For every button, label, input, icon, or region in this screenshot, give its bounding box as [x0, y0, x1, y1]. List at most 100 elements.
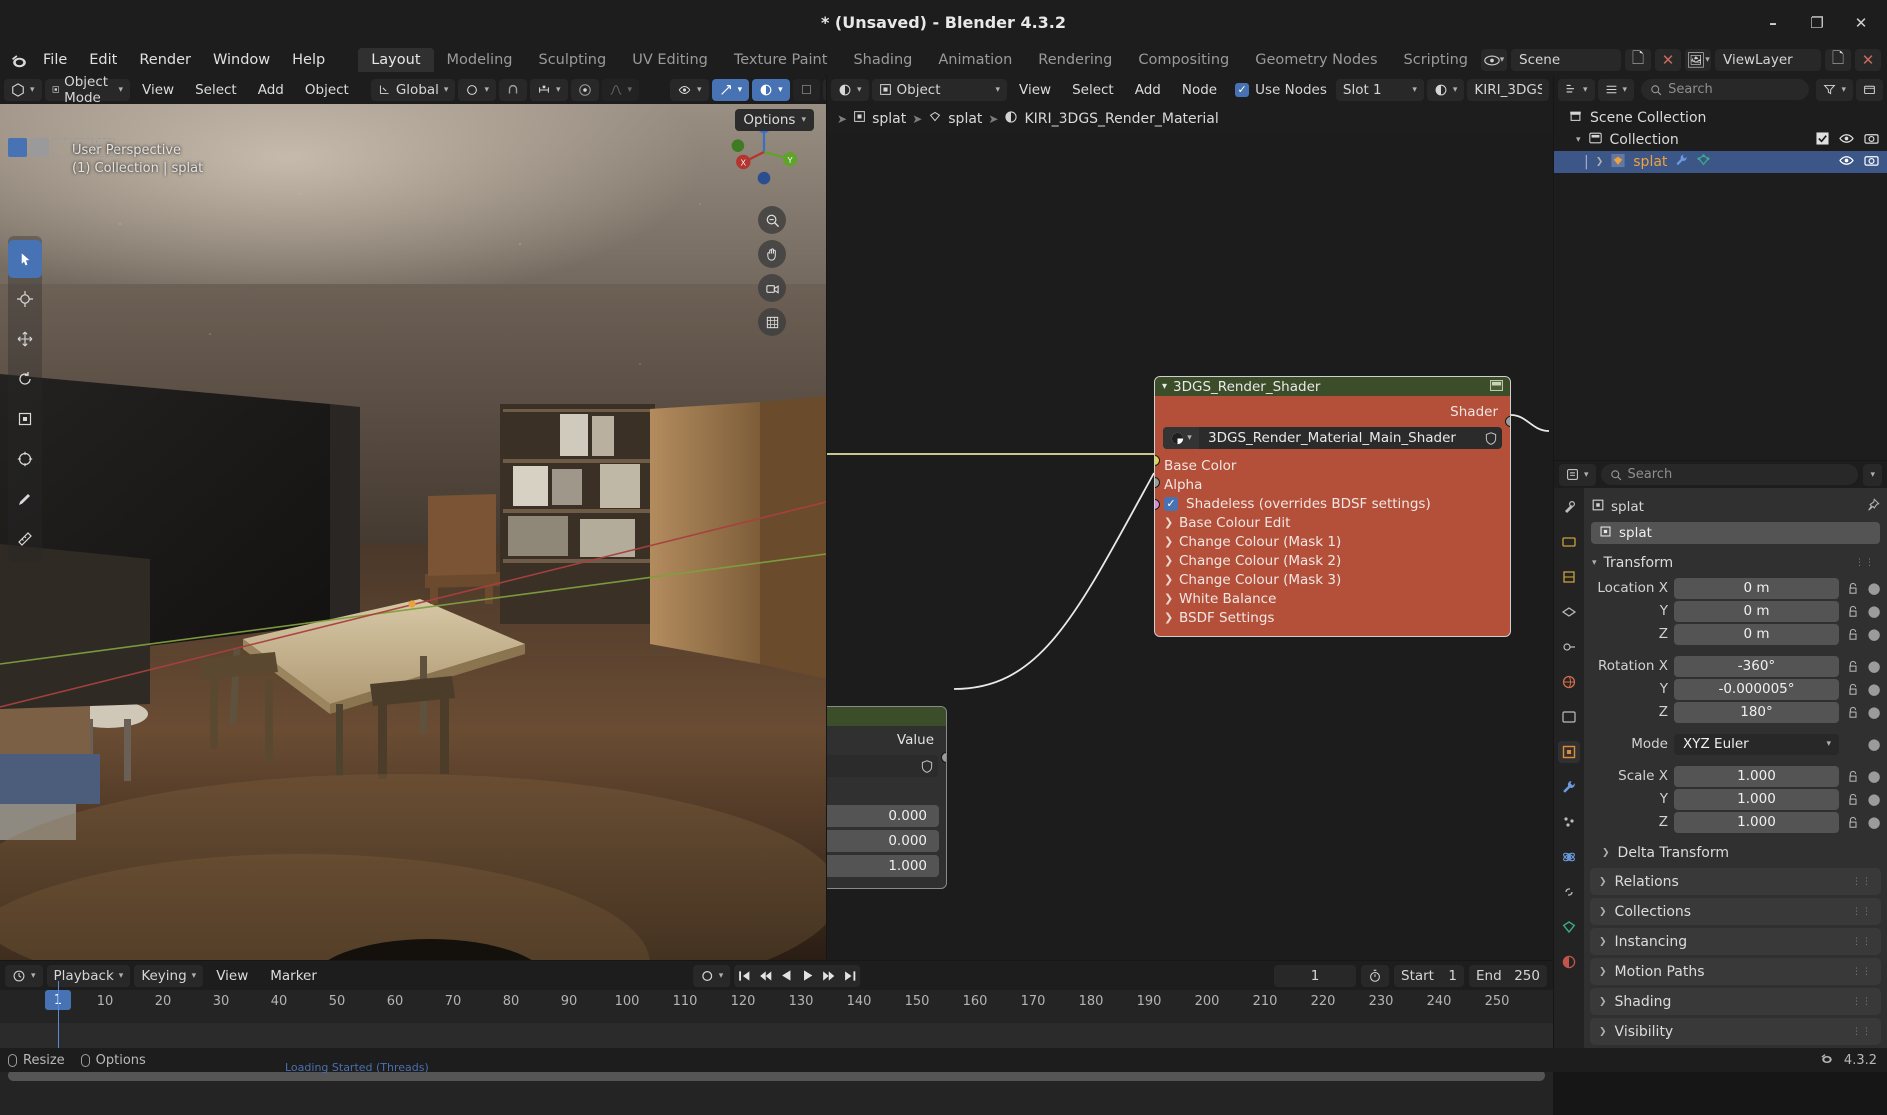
- timeline-marker-menu[interactable]: Marker: [261, 968, 326, 984]
- tweak-select-tool[interactable]: [8, 240, 42, 278]
- checkbox-icon[interactable]: [1816, 131, 1829, 149]
- lock-icon[interactable]: [1845, 706, 1861, 719]
- scene-selector[interactable]: Scene: [1511, 49, 1621, 71]
- filter-icon[interactable]: ▾: [1816, 78, 1853, 101]
- node-canvas[interactable]: ▾ 3DGS_Render_Shader Shader ▾ 3DGS_Rende…: [827, 133, 1553, 960]
- panel-instancing[interactable]: ❯ Instancing ⋮⋮: [1590, 928, 1881, 955]
- animate-dot-icon[interactable]: ●: [1867, 625, 1881, 643]
- node-panel-change-colour-mask-1[interactable]: ❯ Change Colour (Mask 1): [1155, 532, 1510, 551]
- field-value[interactable]: 1.000: [1674, 811, 1839, 833]
- prev-keyframe-icon[interactable]: [755, 964, 777, 987]
- breadcrumb-material-label[interactable]: KIRI_3DGS_Render_Material: [1024, 111, 1218, 127]
- viewport-menu-add[interactable]: Add: [249, 82, 293, 98]
- lock-icon[interactable]: [1845, 582, 1861, 595]
- pan-icon[interactable]: [758, 240, 786, 268]
- frame-end-field[interactable]: End 250: [1469, 964, 1547, 987]
- record-icon[interactable]: ▾: [692, 964, 731, 987]
- lock-icon[interactable]: [1845, 683, 1861, 696]
- object-mode-selector[interactable]: Object Mode ▾: [44, 75, 131, 106]
- timeline-keying-menu[interactable]: Keying ▾: [134, 964, 204, 987]
- material-name-field[interactable]: KIRI_3DGS_Render_Ma: [1467, 78, 1549, 101]
- unlink-scene-icon[interactable]: ✕: [1655, 49, 1681, 71]
- chevron-right-icon[interactable]: ❯: [1596, 157, 1604, 167]
- gizmo-toggle-icon[interactable]: ▾: [711, 78, 750, 101]
- viewport-menu-view[interactable]: View: [133, 82, 183, 98]
- workspace-tab-scripting[interactable]: Scripting: [1391, 48, 1481, 72]
- properties-tab-particles[interactable]: [1558, 811, 1580, 833]
- fake-user-shield-icon[interactable]: [916, 759, 938, 773]
- snap-pivot-icon[interactable]: ▾: [458, 78, 496, 101]
- timer-icon[interactable]: [1361, 964, 1389, 987]
- select-circle-icon[interactable]: [30, 138, 49, 157]
- field-value[interactable]: 0 m: [1674, 623, 1839, 645]
- overlays-toggle-icon[interactable]: ▾: [752, 78, 790, 101]
- timeline-keyframe-track[interactable]: [0, 1023, 1553, 1049]
- new-scene-icon[interactable]: 🗋: [1625, 49, 1651, 71]
- select-intersect-icon[interactable]: [96, 138, 115, 157]
- outliner-display-mode-icon[interactable]: ▾: [1597, 78, 1635, 101]
- viewport-menu-select[interactable]: Select: [186, 82, 246, 98]
- annotate-tool[interactable]: [8, 480, 42, 518]
- field-value[interactable]: -360°: [1674, 655, 1839, 677]
- workspace-tab-texture-paint[interactable]: Texture Paint: [721, 48, 841, 72]
- outliner-row-splat[interactable]: | ❯ splat: [1554, 151, 1887, 173]
- node-input-shadeless[interactable]: ✓ Shadeless (overrides BDSF settings): [1155, 494, 1510, 513]
- current-frame-field[interactable]: 1: [1274, 964, 1356, 987]
- outliner-row-scene-collection[interactable]: Scene Collection: [1554, 107, 1887, 129]
- visibility-dropdown-icon[interactable]: ▾: [670, 78, 709, 101]
- workspace-tab-layout[interactable]: Layout: [358, 48, 434, 72]
- outliner-search-input[interactable]: Search: [1641, 79, 1810, 100]
- falloff-curve-icon[interactable]: ▾: [601, 78, 640, 101]
- fake-user-shield-icon[interactable]: [1480, 431, 1502, 445]
- use-nodes-checkbox[interactable]: ✓ Use Nodes: [1235, 82, 1327, 98]
- move-tool[interactable]: [8, 320, 42, 358]
- eye-icon[interactable]: [1839, 154, 1854, 171]
- timeline-editor[interactable]: ▾ Playback ▾ Keying ▾ View Marker ▾ 1 St…: [0, 961, 1553, 1115]
- close-button[interactable]: ✕: [1841, 5, 1881, 41]
- properties-editor[interactable]: ▾ Search ▾ splat splat ▾ Transform ⋮⋮ Lo…: [1554, 461, 1887, 1072]
- camera-icon[interactable]: [1864, 154, 1879, 171]
- shader-menu-view[interactable]: View: [1010, 82, 1060, 98]
- shadeless-checkbox[interactable]: ✓: [1164, 496, 1178, 511]
- lock-icon[interactable]: [1845, 660, 1861, 673]
- animate-dot-icon[interactable]: ●: [1867, 680, 1881, 698]
- jump-start-icon[interactable]: [734, 964, 756, 987]
- view-layer-icon[interactable]: 🖼 ▾: [1685, 49, 1711, 71]
- animate-dot-icon[interactable]: ●: [1867, 703, 1881, 721]
- animate-dot-icon[interactable]: ●: [1867, 579, 1881, 597]
- node-panel-base-colour-edit[interactable]: ❯ Base Colour Edit: [1155, 513, 1510, 532]
- animate-dot-icon[interactable]: ●: [1867, 767, 1881, 785]
- node-panel-change-colour-mask-2[interactable]: ❯ Change Colour (Mask 2): [1155, 551, 1510, 570]
- menu-window[interactable]: Window: [202, 49, 281, 71]
- scale-tool[interactable]: [8, 400, 42, 438]
- properties-tab-world[interactable]: [1558, 671, 1580, 693]
- animate-dot-icon[interactable]: ●: [1867, 735, 1881, 753]
- editor-type-3dview-icon[interactable]: ▾: [4, 78, 42, 101]
- chevron-down-icon[interactable]: ▾: [1162, 381, 1167, 392]
- workspace-tab-geometry-nodes[interactable]: Geometry Nodes: [1242, 48, 1390, 72]
- properties-tab-output[interactable]: [1558, 566, 1580, 588]
- animate-dot-icon[interactable]: ●: [1867, 657, 1881, 675]
- snap-target-icon[interactable]: ▾: [529, 78, 568, 101]
- node-value-output[interactable]: Value: [827, 730, 946, 752]
- material-icon[interactable]: ▾: [1163, 427, 1199, 449]
- properties-tab-view-layer[interactable]: [1558, 601, 1580, 623]
- panel-shading[interactable]: ❯ Shading ⋮⋮: [1590, 988, 1881, 1015]
- node-panel-white-balance[interactable]: ❯ White Balance: [1155, 589, 1510, 608]
- modifier-wrench-icon[interactable]: [1674, 153, 1689, 171]
- animate-dot-icon[interactable]: ●: [1867, 790, 1881, 808]
- properties-tab-collection[interactable]: [1558, 706, 1580, 728]
- transform-orientation-selector[interactable]: Global ▾: [370, 78, 456, 101]
- mesh-data-icon[interactable]: [1696, 153, 1711, 171]
- properties-tab-data[interactable]: [1558, 916, 1580, 938]
- properties-tab-render[interactable]: [1558, 531, 1580, 553]
- transform-tool[interactable]: [8, 440, 42, 478]
- lock-icon[interactable]: [1845, 816, 1861, 829]
- node-value-field-2[interactable]: 1.000: [827, 855, 939, 877]
- node-panel-change-colour-mask-3[interactable]: ❯ Change Colour (Mask 3): [1155, 570, 1510, 589]
- lock-icon[interactable]: [1845, 628, 1861, 641]
- material-slot-selector[interactable]: Slot 1 ▾: [1335, 78, 1424, 101]
- node-value-header[interactable]: [827, 707, 946, 726]
- workspace-tab-shading[interactable]: Shading: [840, 48, 925, 72]
- shader-menu-node[interactable]: Node: [1173, 82, 1226, 98]
